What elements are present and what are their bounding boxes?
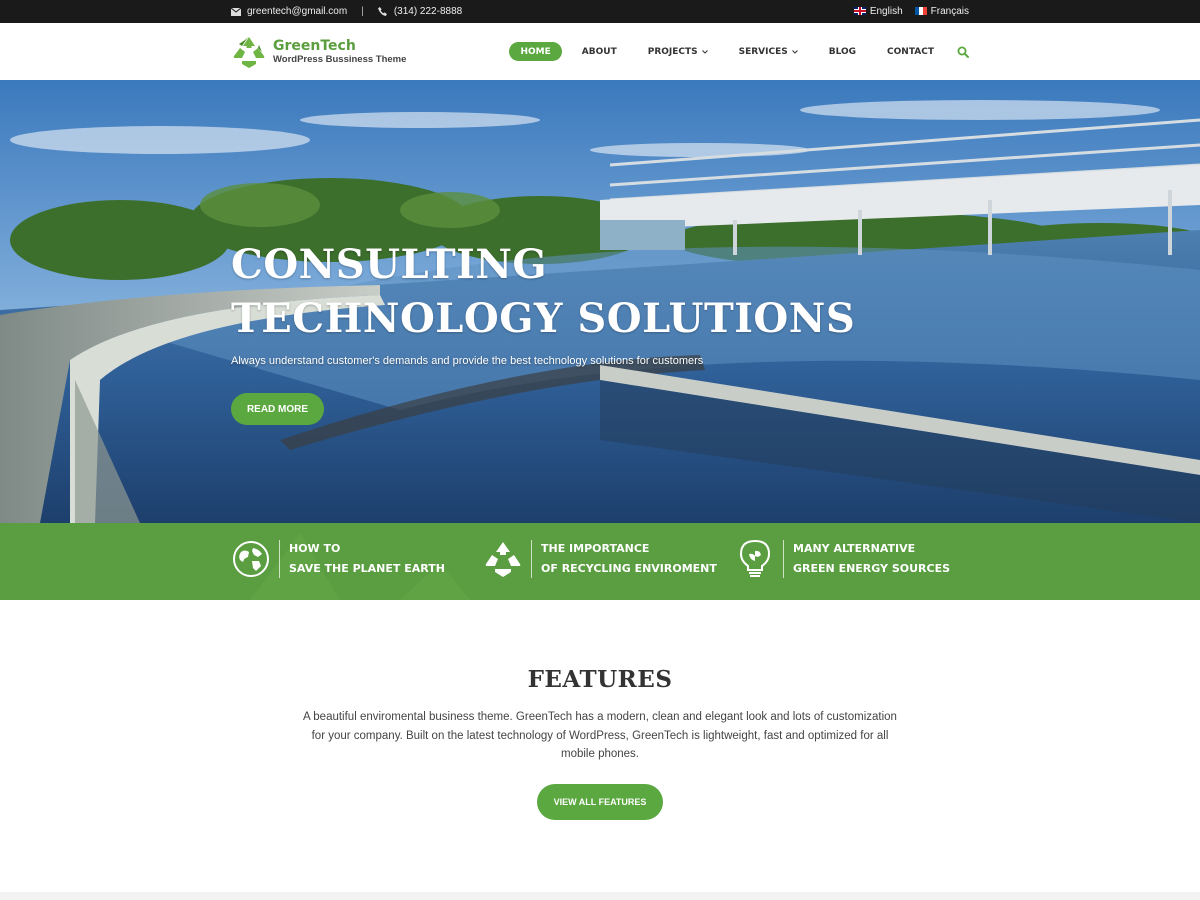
site-header: GreenTech WordPress Bussiness Theme HOME…	[0, 23, 1200, 80]
brand-name: GreenTech	[273, 37, 356, 54]
nav-blog[interactable]: BLOG	[818, 42, 867, 61]
lang-french[interactable]: Français	[914, 6, 969, 17]
highlight-save-planet[interactable]: HOW TO SAVE THE PLANET EARTH	[231, 539, 445, 579]
highlight-line2: OF RECYCLING ENVIROMENT	[541, 562, 717, 575]
hero-title-line1: CONSULTING	[231, 241, 548, 288]
divider	[279, 540, 280, 578]
nav-about-label: ABOUT	[581, 46, 617, 57]
nav-home-label: HOME	[520, 46, 551, 57]
nav-about[interactable]: ABOUT	[571, 42, 628, 61]
phone-link[interactable]: (314) 222-8888	[394, 6, 462, 17]
contact-info: greentech@gmail.com | (314) 222-8888	[231, 0, 462, 23]
lang-english[interactable]: English	[853, 6, 903, 17]
chevron-down-icon	[791, 49, 798, 54]
lang-french-label: Français	[930, 6, 969, 17]
highlight-line1: HOW TO	[289, 542, 341, 555]
site-logo[interactable]: GreenTech WordPress Bussiness Theme	[231, 34, 406, 70]
highlight-line1: MANY ALTERNATIVE	[793, 542, 916, 555]
features-description: A beautiful enviromental business theme.…	[303, 711, 897, 760]
features-title: FEATURES	[527, 666, 673, 693]
nav-services-label: SERVICES	[738, 46, 788, 57]
email-link[interactable]: greentech@gmail.com	[247, 6, 347, 17]
divider	[783, 540, 784, 578]
nav-contact[interactable]: CONTACT	[876, 42, 945, 61]
nav-projects-label: PROJECTS	[647, 46, 698, 57]
hero-slider: CONSULTING TECHNOLOGY SOLUTIONS Always u…	[0, 80, 1200, 523]
brand-tagline: WordPress Bussiness Theme	[273, 53, 407, 65]
hero-title: CONSULTING TECHNOLOGY SOLUTIONS	[231, 238, 855, 346]
highlight-line2: GREEN ENERGY SOURCES	[793, 562, 951, 575]
highlight-line2: SAVE THE PLANET EARTH	[289, 562, 445, 575]
recycle-icon	[483, 539, 523, 579]
lang-english-label: English	[869, 6, 903, 17]
phone-icon	[378, 7, 388, 17]
france-flag-icon	[914, 7, 927, 16]
recycle-logo-icon	[233, 37, 265, 68]
nav-projects[interactable]: PROJECTS	[637, 42, 719, 61]
top-bar: greentech@gmail.com | (314) 222-8888 Eng…	[0, 0, 1200, 23]
highlight-recycling[interactable]: THE IMPORTANCE OF RECYCLING ENVIROMENT	[483, 539, 717, 579]
nav-home[interactable]: HOME	[509, 42, 562, 61]
hero-subtitle: Always understand customer's demands and…	[231, 355, 704, 367]
uk-flag-icon	[853, 7, 866, 16]
highlight-text: HOW TO SAVE THE PLANET EARTH	[289, 539, 445, 579]
language-switcher: English Français	[853, 0, 969, 23]
nav-blog-label: BLOG	[828, 46, 857, 57]
search-icon[interactable]	[957, 46, 969, 58]
nav-services[interactable]: SERVICES	[728, 42, 809, 61]
next-section-edge	[0, 892, 1200, 900]
bulb-icon	[735, 539, 775, 579]
features-section: FEATURES A beautiful enviromental busine…	[0, 600, 1200, 892]
mail-icon	[231, 7, 241, 17]
highlight-line1: THE IMPORTANCE	[541, 542, 650, 555]
separator: |	[361, 6, 364, 17]
logo-text: GreenTech WordPress Bussiness Theme	[273, 37, 407, 66]
divider	[531, 540, 532, 578]
hero-title-line2: TECHNOLOGY SOLUTIONS	[231, 295, 856, 342]
nav-contact-label: CONTACT	[887, 46, 934, 57]
view-all-features-button[interactable]: VIEW ALL FEATURES	[537, 784, 663, 820]
highlights-strip: HOW TO SAVE THE PLANET EARTH THE IMPORTA…	[0, 523, 1200, 600]
chevron-down-icon	[701, 49, 708, 54]
highlight-text: THE IMPORTANCE OF RECYCLING ENVIROMENT	[541, 539, 717, 579]
main-nav: HOME ABOUT PROJECTS SERVICES BLOG CONTAC…	[500, 42, 969, 61]
globe-icon	[231, 539, 271, 579]
highlight-text: MANY ALTERNATIVE GREEN ENERGY SOURCES	[793, 539, 950, 579]
read-more-button[interactable]: READ MORE	[231, 393, 324, 425]
highlight-energy[interactable]: MANY ALTERNATIVE GREEN ENERGY SOURCES	[735, 539, 950, 579]
